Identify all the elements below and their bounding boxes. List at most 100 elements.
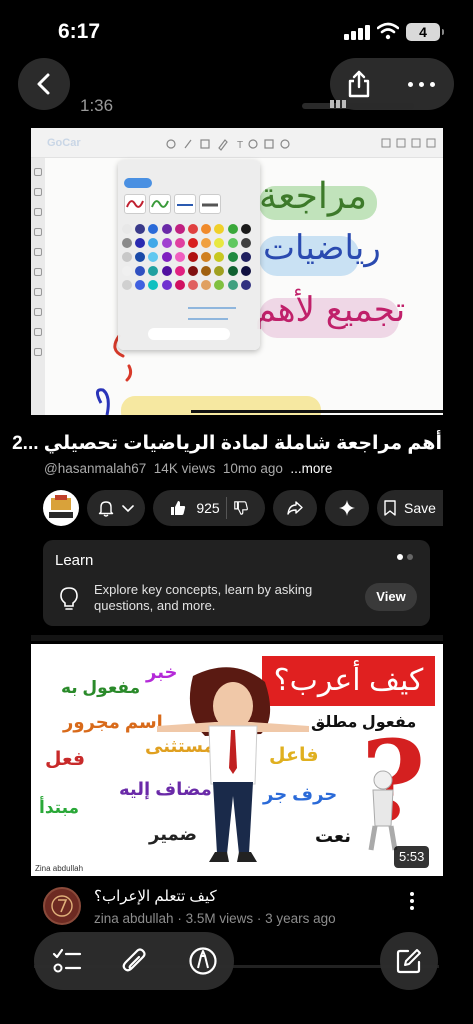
thumb2-word: مبتدأ [39,798,80,817]
video1-thumbnail[interactable]: GoCar T مراجعة رياضيات تجميع لأهم [31,128,443,415]
teacher-figure-icon [157,667,309,862]
share-video-button[interactable] [273,490,317,526]
save-label: Save [404,500,436,516]
ellipsis-icon [408,81,435,87]
cellular-signal-icon [344,25,370,40]
palette-swatch [148,280,159,290]
save-button[interactable]: Save [377,490,443,526]
palette-swatch [161,238,172,248]
palette-swatch [122,280,132,290]
palette-swatch [148,224,159,234]
compose-icon [396,949,421,974]
palette-swatch [227,252,238,262]
palette-swatch [135,224,146,234]
channel-logo-icon [49,495,73,518]
video1-channel[interactable]: @hasanmalah67 [44,461,146,476]
video2-more-button[interactable] [404,889,420,911]
video2-channel-avatar[interactable] [43,887,81,925]
palette-swatch [161,224,172,234]
like-button[interactable]: 925 [169,499,220,517]
palette-swatch [227,238,238,248]
palette-swatch [240,252,251,262]
palette-swatch [214,280,225,290]
status-bar: 6:17 4 [0,0,473,60]
ask-ai-button[interactable] [325,490,369,526]
palette-swatch [174,266,185,276]
palette-swatch [122,252,132,262]
palette-swatch [227,224,238,234]
palette-swatch [122,238,132,248]
chevron-left-icon [37,73,50,95]
thumbs-up-icon [171,501,186,515]
thumb2-word: نعت [315,826,351,846]
thumb2-credit: Zina abdullah [35,864,84,873]
vertical-ellipsis-icon [404,892,420,910]
palette-swatch [135,266,146,276]
checklist-button[interactable] [48,942,86,980]
palette-swatch [148,238,159,248]
video-duration: 1:36 [80,96,114,115]
palette-swatch [174,280,185,290]
palette-swatch [201,224,212,234]
panel-tab-advanced [156,178,204,188]
back-button[interactable] [18,58,70,110]
attach-button[interactable] [116,942,154,980]
learn-heading: Learn [55,552,94,569]
palette-swatch [148,266,159,276]
checklist-icon [52,948,82,973]
palette-swatch [201,252,212,262]
palette-swatch [240,224,251,234]
section-divider [31,635,443,641]
palette-swatch [201,280,212,290]
video2-channel[interactable]: zina abdullah [94,911,174,926]
palette-swatch [148,252,159,262]
palette-swatch [240,238,251,248]
palette-swatch [135,252,146,262]
video2-title[interactable]: كيف تتعلم الإعراب؟ [94,887,217,905]
more-link[interactable]: ...more [290,461,332,476]
palette-swatch [174,238,185,248]
dislike-button[interactable] [233,500,249,516]
palette-swatch [161,266,172,276]
share-icon [348,70,370,98]
pen-style-swatch [149,194,171,214]
thumb-word-review: مراجعة [259,176,368,217]
wifi-icon [377,22,399,40]
subscribe-bell-button[interactable] [87,490,145,526]
pen-style-swatch [124,194,146,214]
palette-swatch [188,252,198,262]
pen-style-swatch [174,194,196,214]
progress-indicator-icon [330,100,346,108]
learn-view-button[interactable]: View [365,583,417,611]
thumb2-word: اسم مجرور [63,712,163,732]
palette-swatch [188,224,198,234]
share-button[interactable] [344,70,374,98]
carousel-dot [407,554,413,560]
panel-tab-basic [124,178,152,188]
compose-button[interactable] [380,932,438,990]
video1-title[interactable]: أهم مراجعة شاملة لمادة الرياضيات تحصيلي … [12,432,442,455]
video2-thumbnail[interactable]: كيف أعرب؟ خبر مفعول به اسم مجرور فعل مست… [31,644,443,876]
markup-button[interactable] [184,942,222,980]
channel-avatar[interactable] [43,490,79,526]
learn-description: Explore key concepts, learn by asking qu… [94,582,313,613]
palette-swatch [161,252,172,262]
palette-swatch [122,224,132,234]
thumb-underline [191,410,443,413]
like-count: 925 [196,500,220,516]
video2-duration-badge: 5:53 [394,846,430,868]
palette-swatch [135,238,146,248]
palette-swatch [135,280,146,290]
thinking-figure-icon [368,770,398,851]
thumb-word-collection: تجميع لأهم [255,290,406,330]
palette-swatch [214,266,225,276]
video1-age: 10mo ago [222,461,283,476]
more-options-button[interactable] [408,70,442,98]
palette-swatch [214,238,225,248]
palette-swatch [214,252,225,262]
palette-swatch [201,238,212,248]
palette-swatch [201,266,212,276]
progress-track [302,103,414,109]
video1-meta: @hasanmalah67 14K views 10mo ago ...more [44,461,332,476]
palette-swatch [174,224,185,234]
